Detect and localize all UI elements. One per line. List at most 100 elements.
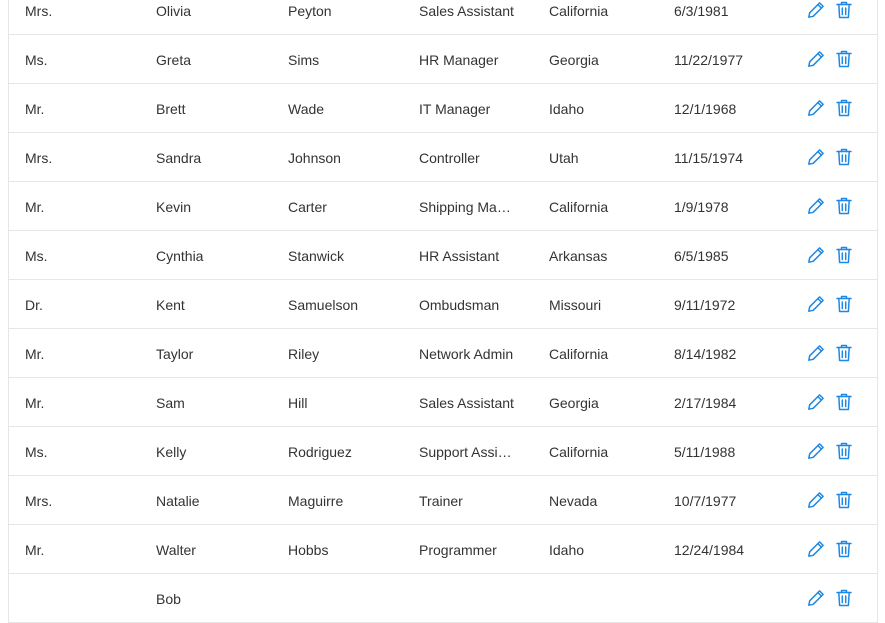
state-cell[interactable]: Idaho <box>549 525 659 573</box>
position-cell[interactable]: Ombudsman <box>419 280 519 328</box>
birth-date-cell[interactable]: 6/3/1981 <box>674 0 784 34</box>
prefix-cell[interactable]: Mr. <box>25 182 135 230</box>
edit-button[interactable] <box>805 195 827 217</box>
delete-button[interactable] <box>833 440 855 462</box>
prefix-cell[interactable]: Mr. <box>25 525 135 573</box>
last-name-cell[interactable] <box>288 574 403 622</box>
state-cell[interactable]: Idaho <box>549 84 659 132</box>
last-name-cell[interactable]: Rodriguez <box>288 427 403 475</box>
table-row[interactable]: Ms. Kelly Rodriguez Support Assi… Califo… <box>9 427 877 476</box>
first-name-cell[interactable]: Sam <box>156 378 271 426</box>
edit-button[interactable] <box>805 146 827 168</box>
last-name-cell[interactable]: Peyton <box>288 0 403 34</box>
table-row[interactable]: Mr. Sam Hill Sales Assistant Georgia 2/1… <box>9 378 877 427</box>
table-row[interactable]: Ms. Greta Sims HR Manager Georgia 11/22/… <box>9 35 877 84</box>
position-cell[interactable]: Controller <box>419 133 519 181</box>
first-name-cell[interactable]: Kevin <box>156 182 271 230</box>
edit-button[interactable] <box>805 244 827 266</box>
first-name-cell[interactable]: Kelly <box>156 427 271 475</box>
last-name-cell[interactable]: Wade <box>288 84 403 132</box>
prefix-cell[interactable]: Mrs. <box>25 476 135 524</box>
prefix-cell[interactable]: Ms. <box>25 427 135 475</box>
prefix-cell[interactable]: Mrs. <box>25 133 135 181</box>
first-name-cell[interactable]: Walter <box>156 525 271 573</box>
first-name-cell[interactable]: Natalie <box>156 476 271 524</box>
first-name-cell[interactable]: Brett <box>156 84 271 132</box>
first-name-cell[interactable]: Kent <box>156 280 271 328</box>
state-cell[interactable]: Georgia <box>549 35 659 83</box>
edit-button[interactable] <box>805 587 827 609</box>
prefix-cell[interactable]: Mrs. <box>25 0 135 34</box>
state-cell[interactable]: Missouri <box>549 280 659 328</box>
state-cell[interactable]: Utah <box>549 133 659 181</box>
birth-date-cell[interactable]: 10/7/1977 <box>674 476 784 524</box>
state-cell[interactable] <box>549 574 659 622</box>
edit-button[interactable] <box>805 489 827 511</box>
first-name-cell[interactable]: Taylor <box>156 329 271 377</box>
birth-date-cell[interactable]: 5/11/1988 <box>674 427 784 475</box>
position-cell[interactable]: Sales Assistant <box>419 378 519 426</box>
birth-date-cell[interactable]: 1/9/1978 <box>674 182 784 230</box>
birth-date-cell[interactable]: 11/22/1977 <box>674 35 784 83</box>
prefix-cell[interactable]: Mr. <box>25 84 135 132</box>
last-name-cell[interactable]: Maguirre <box>288 476 403 524</box>
delete-button[interactable] <box>833 342 855 364</box>
first-name-cell[interactable]: Olivia <box>156 0 271 34</box>
position-cell[interactable]: IT Manager <box>419 84 519 132</box>
state-cell[interactable]: Georgia <box>549 378 659 426</box>
state-cell[interactable]: California <box>549 427 659 475</box>
position-cell[interactable]: Programmer <box>419 525 519 573</box>
edit-button[interactable] <box>805 293 827 315</box>
delete-button[interactable] <box>833 97 855 119</box>
state-cell[interactable]: California <box>549 182 659 230</box>
edit-button[interactable] <box>805 97 827 119</box>
edit-button[interactable] <box>805 391 827 413</box>
position-cell[interactable]: Network Admin <box>419 329 519 377</box>
table-row[interactable]: Mrs. Olivia Peyton Sales Assistant Calif… <box>9 0 877 35</box>
prefix-cell[interactable]: Ms. <box>25 35 135 83</box>
delete-button[interactable] <box>833 48 855 70</box>
edit-button[interactable] <box>805 538 827 560</box>
position-cell[interactable]: Shipping Ma… <box>419 182 519 230</box>
last-name-cell[interactable]: Carter <box>288 182 403 230</box>
position-cell[interactable]: HR Manager <box>419 35 519 83</box>
last-name-cell[interactable]: Samuelson <box>288 280 403 328</box>
delete-button[interactable] <box>833 0 855 21</box>
table-row[interactable]: Ms. Cynthia Stanwick HR Assistant Arkans… <box>9 231 877 280</box>
last-name-cell[interactable]: Stanwick <box>288 231 403 279</box>
delete-button[interactable] <box>833 489 855 511</box>
table-row[interactable]: Mrs. Natalie Maguirre Trainer Nevada 10/… <box>9 476 877 525</box>
first-name-cell[interactable]: Sandra <box>156 133 271 181</box>
edit-button[interactable] <box>805 0 827 21</box>
birth-date-cell[interactable]: 6/5/1985 <box>674 231 784 279</box>
last-name-cell[interactable]: Riley <box>288 329 403 377</box>
delete-button[interactable] <box>833 293 855 315</box>
table-row[interactable]: Mr. Kevin Carter Shipping Ma… California… <box>9 182 877 231</box>
first-name-cell[interactable]: Bob <box>156 574 271 622</box>
state-cell[interactable]: California <box>549 0 659 34</box>
first-name-cell[interactable]: Greta <box>156 35 271 83</box>
delete-button[interactable] <box>833 391 855 413</box>
edit-button[interactable] <box>805 440 827 462</box>
state-cell[interactable]: Nevada <box>549 476 659 524</box>
prefix-cell[interactable] <box>25 574 135 622</box>
state-cell[interactable]: California <box>549 329 659 377</box>
birth-date-cell[interactable] <box>674 574 784 622</box>
last-name-cell[interactable]: Hobbs <box>288 525 403 573</box>
table-row[interactable]: Mr. Walter Hobbs Programmer Idaho 12/24/… <box>9 525 877 574</box>
birth-date-cell[interactable]: 9/11/1972 <box>674 280 784 328</box>
prefix-cell[interactable]: Dr. <box>25 280 135 328</box>
table-row[interactable]: Dr. Kent Samuelson Ombudsman Missouri 9/… <box>9 280 877 329</box>
table-row[interactable]: Bob <box>9 574 877 623</box>
delete-button[interactable] <box>833 587 855 609</box>
delete-button[interactable] <box>833 195 855 217</box>
delete-button[interactable] <box>833 538 855 560</box>
last-name-cell[interactable]: Sims <box>288 35 403 83</box>
edit-button[interactable] <box>805 48 827 70</box>
birth-date-cell[interactable]: 8/14/1982 <box>674 329 784 377</box>
table-row[interactable]: Mr. Taylor Riley Network Admin Californi… <box>9 329 877 378</box>
state-cell[interactable]: Arkansas <box>549 231 659 279</box>
first-name-cell[interactable]: Cynthia <box>156 231 271 279</box>
prefix-cell[interactable]: Mr. <box>25 378 135 426</box>
position-cell[interactable]: HR Assistant <box>419 231 519 279</box>
